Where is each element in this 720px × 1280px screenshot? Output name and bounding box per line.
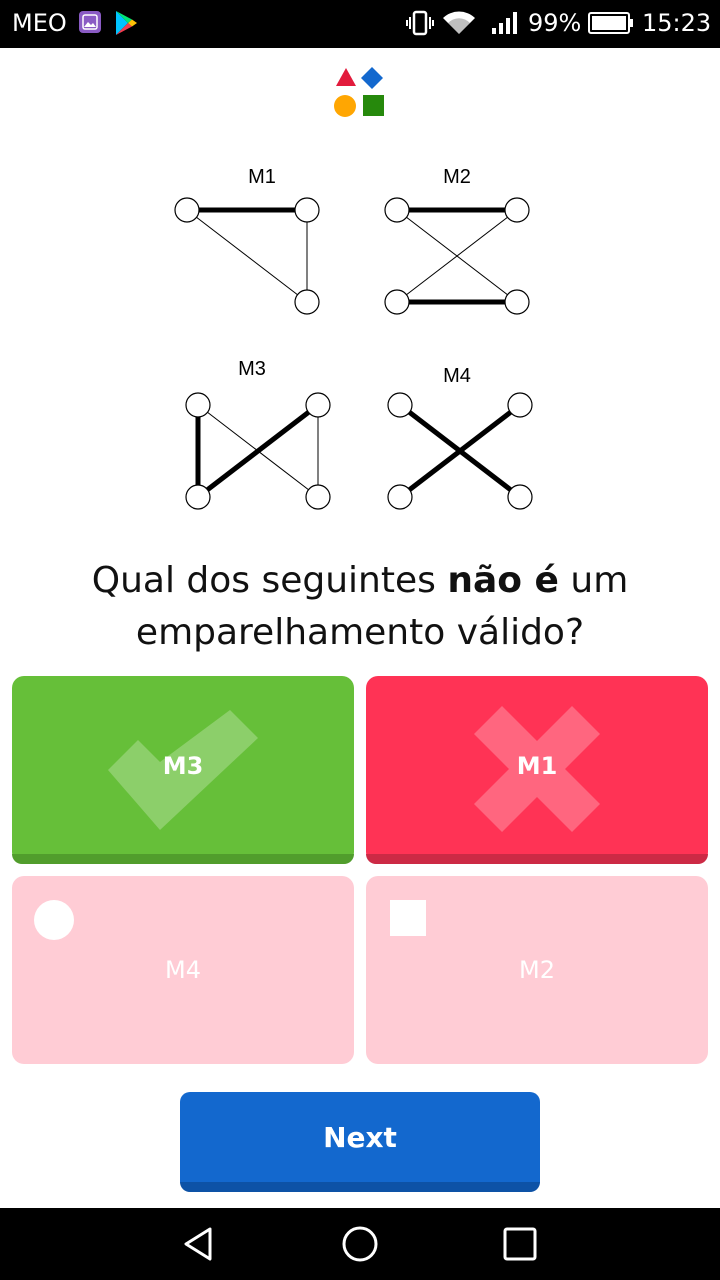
answer-correct[interactable]: M3 (12, 676, 354, 864)
circle-icon (34, 900, 74, 940)
answer-label: M4 (165, 956, 201, 984)
next-button[interactable]: Next (180, 1092, 540, 1192)
graph-label: M4 (443, 365, 471, 387)
square-icon (390, 900, 426, 936)
graph-label: M1 (248, 166, 276, 188)
question-part-1: Qual dos seguintes (91, 560, 448, 601)
navigation-bar (0, 1208, 720, 1280)
clock: 15:23 (642, 9, 712, 37)
battery-percent: 99% (528, 9, 582, 37)
play-store-icon (114, 10, 138, 40)
signal-icon (490, 10, 524, 40)
graph-m4: M4 (387, 365, 533, 510)
graph-m3: M3 (185, 358, 331, 510)
graph-m2: M2 (384, 166, 530, 315)
status-bar: MEO 99% 15:23 (0, 0, 720, 48)
kahoot-shapes-logo (334, 66, 386, 118)
answer-wrong[interactable]: M1 (366, 676, 708, 864)
answer-faded[interactable]: M4 (12, 876, 354, 1064)
question-emphasis: não é (447, 560, 559, 601)
answer-label: M2 (519, 956, 555, 984)
answer-label: M3 (162, 752, 204, 780)
back-icon[interactable] (180, 1224, 220, 1264)
answer-faded[interactable]: M2 (366, 876, 708, 1064)
home-icon[interactable] (340, 1224, 380, 1264)
vibrate-icon (406, 10, 434, 40)
battery-icon (588, 12, 634, 38)
question-text: Qual dos seguintes não é um emparelhamen… (20, 555, 700, 659)
carrier-name: MEO (12, 9, 67, 37)
matching-graphs: M1 M2 M3 M4 (174, 166, 533, 510)
gallery-icon (78, 10, 102, 38)
answer-label: M1 (516, 752, 558, 780)
graph-label: M3 (238, 358, 266, 380)
recents-icon[interactable] (500, 1224, 540, 1264)
graph-label: M2 (443, 166, 471, 188)
wifi-icon (442, 10, 476, 40)
graph-m1: M1 (174, 166, 320, 315)
